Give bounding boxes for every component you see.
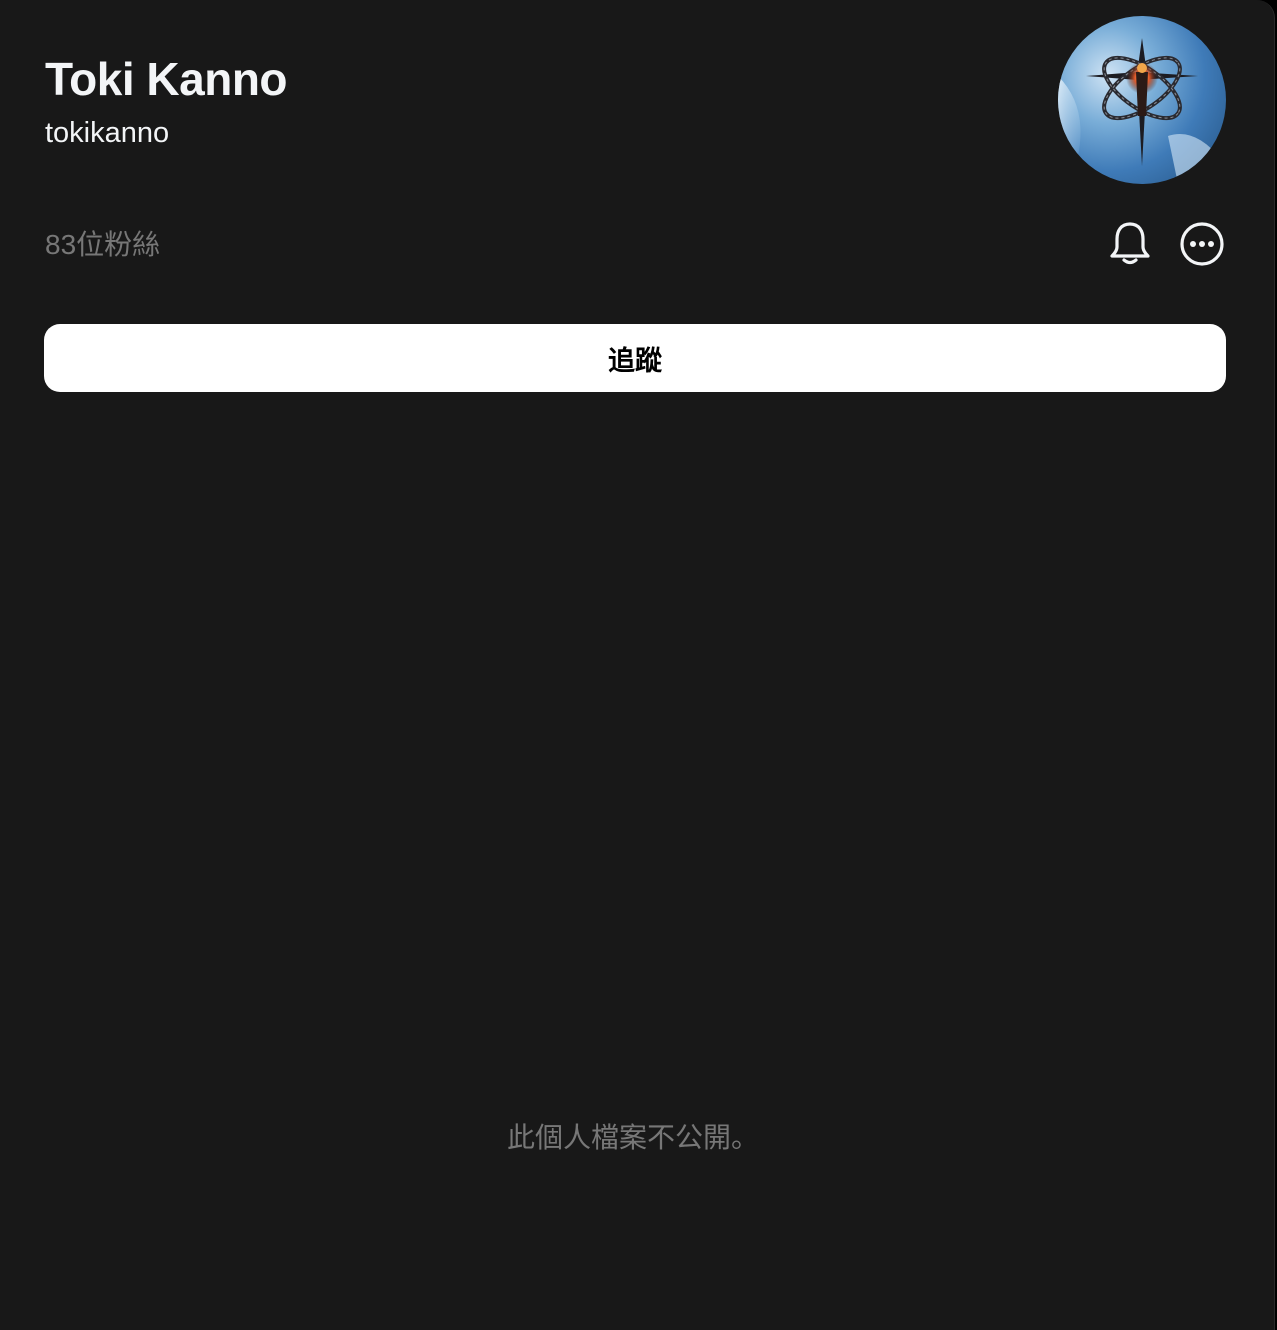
follow-button[interactable]: 追蹤 (44, 324, 1226, 392)
followers-count[interactable]: 83位粉絲 (45, 226, 160, 264)
display-name: Toki Kanno (45, 53, 288, 105)
bell-icon (1110, 222, 1150, 265)
more-options-icon (1180, 222, 1224, 266)
avatar[interactable] (1058, 16, 1226, 184)
more-options-button[interactable] (1178, 220, 1226, 268)
private-profile-message: 此個人檔案不公開。 (506, 1122, 759, 1153)
notifications-button[interactable] (1106, 220, 1154, 268)
profile-panel: Toki Kanno tokikanno 83位粉絲 追蹤 此個人檔案不公開。 (0, 0, 1275, 1330)
avatar-image (1058, 38, 1226, 184)
username: tokikanno (45, 117, 170, 149)
